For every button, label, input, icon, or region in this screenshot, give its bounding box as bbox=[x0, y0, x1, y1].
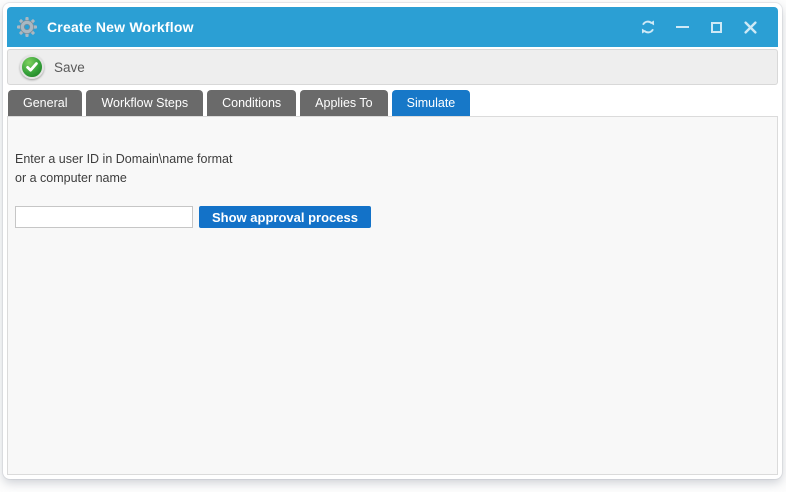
tab-simulate[interactable]: Simulate bbox=[392, 90, 471, 116]
instruction-text: Enter a user ID in Domain\name format or… bbox=[15, 150, 767, 188]
tab-general[interactable]: General bbox=[8, 90, 82, 116]
instruction-line-1: Enter a user ID in Domain\name format bbox=[15, 150, 767, 169]
close-icon[interactable] bbox=[738, 15, 762, 39]
window-controls bbox=[626, 15, 762, 39]
user-id-input[interactable] bbox=[15, 206, 193, 228]
tab-applies-to[interactable]: Applies To bbox=[300, 90, 387, 116]
save-label: Save bbox=[54, 60, 85, 75]
simulate-panel: Enter a user ID in Domain\name format or… bbox=[7, 116, 778, 475]
instruction-line-2: or a computer name bbox=[15, 169, 767, 188]
maximize-icon[interactable] bbox=[704, 15, 728, 39]
window-title: Create New Workflow bbox=[47, 19, 194, 35]
save-button[interactable]: Save bbox=[20, 55, 85, 79]
show-approval-process-button[interactable]: Show approval process bbox=[199, 206, 371, 228]
titlebar: Create New Workflow bbox=[7, 7, 778, 47]
check-circle-icon bbox=[20, 55, 44, 79]
tab-workflow-steps[interactable]: Workflow Steps bbox=[86, 90, 203, 116]
simulate-form-row: Show approval process bbox=[15, 206, 767, 228]
tab-strip: General Workflow Steps Conditions Applie… bbox=[7, 90, 778, 116]
tab-conditions[interactable]: Conditions bbox=[207, 90, 296, 116]
gear-icon bbox=[16, 16, 38, 38]
toolbar: Save bbox=[7, 49, 778, 85]
minimize-icon[interactable] bbox=[670, 15, 694, 39]
refresh-icon[interactable] bbox=[636, 15, 660, 39]
create-new-workflow-dialog: Create New Workflow bbox=[3, 3, 782, 479]
